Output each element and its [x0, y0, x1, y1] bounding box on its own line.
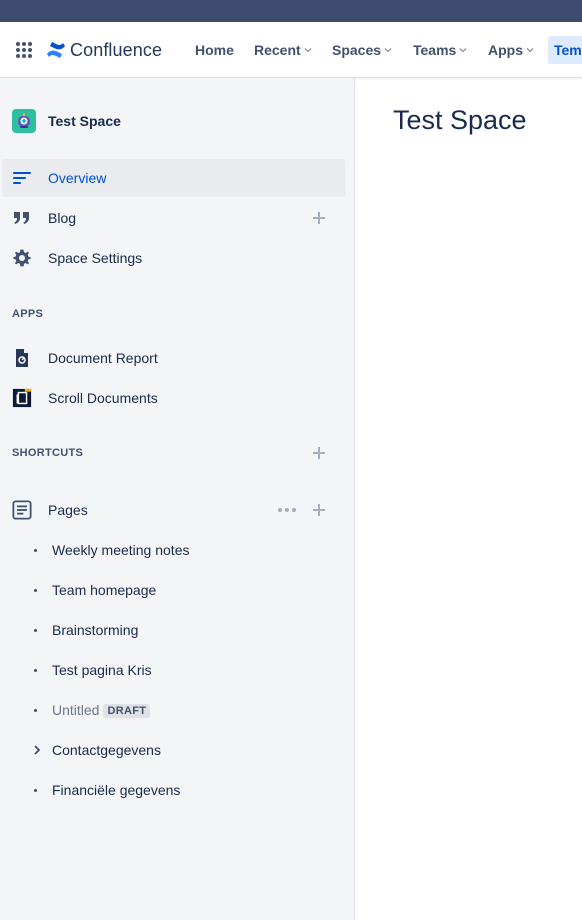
gear-icon: [12, 248, 32, 268]
chevron-down-icon: [526, 48, 534, 53]
page-title-label: Brainstorming: [52, 622, 139, 638]
nav-spaces[interactable]: Spaces: [332, 36, 392, 64]
space-avatar: [12, 109, 36, 133]
chevron-down-icon: [459, 48, 467, 53]
app-switcher-icon[interactable]: [16, 42, 32, 58]
pages-icon: [12, 500, 32, 520]
sidebar-item-label: Pages: [48, 502, 88, 518]
page-tree-item[interactable]: Financiële gegevens: [0, 771, 345, 809]
quote-icon: [12, 208, 32, 228]
create-page-icon[interactable]: [312, 503, 326, 517]
space-avatar-icon: [18, 113, 30, 128]
space-header[interactable]: Test Space: [12, 109, 121, 133]
page-tree-item[interactable]: Contactgegevens: [0, 731, 345, 769]
add-shortcut-icon[interactable]: [312, 446, 326, 460]
chevron-right-icon[interactable]: [32, 744, 42, 756]
nav-recent-label: Recent: [254, 42, 301, 58]
nav-templates-label: Tem: [554, 42, 582, 58]
shortcuts-heading: SHORTCUTS: [12, 447, 84, 459]
apps-heading: APPS: [12, 308, 44, 320]
page-tree-item[interactable]: Test pagina Kris: [0, 651, 345, 689]
page-title-label: Team homepage: [52, 582, 157, 598]
sidebar-item-blog[interactable]: Blog: [2, 199, 345, 237]
draft-badge: DRAFT: [103, 704, 151, 718]
sidebar-item-document-report[interactable]: Document Report: [2, 339, 345, 377]
sidebar-item-scroll-documents[interactable]: Scroll Documents: [2, 379, 345, 417]
nav-apps[interactable]: Apps: [488, 36, 534, 64]
bullet-icon: [34, 709, 37, 712]
nav-home-label: Home: [195, 42, 234, 58]
sidebar-item-overview[interactable]: Overview: [2, 159, 345, 197]
document-report-icon: [12, 348, 32, 368]
sidebar-item-pages[interactable]: Pages: [2, 491, 345, 529]
nav-recent[interactable]: Recent: [254, 36, 312, 64]
nav-teams-label: Teams: [413, 42, 457, 58]
page-title-label: Contactgegevens: [52, 742, 161, 758]
nav-teams[interactable]: Teams: [413, 36, 467, 64]
bullet-icon: [34, 549, 37, 552]
create-blog-post-icon[interactable]: [312, 211, 326, 225]
sidebar-item-label: Document Report: [48, 350, 158, 366]
sidebar-item-label: Space Settings: [48, 250, 143, 266]
bullet-icon: [34, 789, 37, 792]
sidebar-item-label: Scroll Documents: [48, 390, 158, 406]
draft-page-title: Untitled: [52, 702, 100, 718]
browser-top-bar: [0, 0, 582, 22]
page-title-label: Financiële gegevens: [52, 782, 181, 798]
chevron-down-icon: [304, 48, 312, 53]
app-name: Confluence: [70, 39, 163, 60]
bullet-icon: [34, 669, 37, 672]
more-actions-icon[interactable]: [278, 507, 298, 513]
chevron-down-icon: [384, 48, 392, 53]
space-sidebar: Test Space Overview Blog Space Settings …: [0, 78, 355, 920]
nav-apps-label: Apps: [488, 42, 523, 58]
nav-spaces-label: Spaces: [332, 42, 382, 58]
page-tree-item[interactable]: Team homepage: [0, 571, 345, 609]
space-name: Test Space: [48, 113, 121, 129]
top-navigation: Confluence Home Recent Spaces Teams Apps…: [0, 22, 582, 78]
page-tree-item[interactable]: Weekly meeting notes: [0, 531, 345, 569]
page-title-label: Test pagina Kris: [52, 662, 152, 678]
sidebar-item-space-settings[interactable]: Space Settings: [2, 239, 345, 277]
nav-templates[interactable]: Tem: [548, 36, 582, 64]
page-title-label: Weekly meeting notes: [52, 542, 190, 558]
sidebar-item-label: Blog: [48, 210, 77, 226]
bullet-icon: [34, 629, 37, 632]
page-tree-item-draft[interactable]: Untitled DRAFT: [0, 691, 345, 729]
confluence-logo[interactable]: Confluence: [46, 39, 162, 61]
overview-icon: [12, 168, 32, 188]
nav-home[interactable]: Home: [195, 36, 234, 64]
bullet-icon: [34, 589, 37, 592]
page-title: Test Space: [393, 105, 527, 135]
scroll-documents-icon: [12, 388, 32, 408]
confluence-logo-icon: [47, 42, 65, 58]
sidebar-item-label: Overview: [48, 170, 107, 186]
page-title-label: Untitled DRAFT: [52, 702, 151, 718]
page-tree-item[interactable]: Brainstorming: [0, 611, 345, 649]
